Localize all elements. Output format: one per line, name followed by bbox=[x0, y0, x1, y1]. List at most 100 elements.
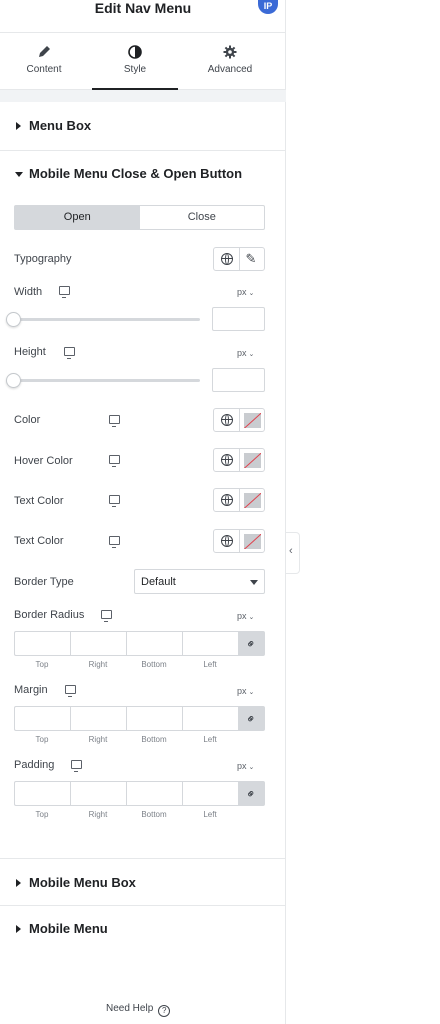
margin-right-input[interactable] bbox=[70, 706, 126, 731]
padding-unit-select[interactable]: px ⌄ bbox=[237, 761, 254, 771]
dim-label-right: Right bbox=[88, 660, 108, 669]
typography-global-button[interactable] bbox=[214, 248, 239, 270]
height-slider-handle[interactable] bbox=[6, 373, 21, 388]
border-type-select[interactable]: Default bbox=[134, 569, 265, 594]
desktop-icon[interactable] bbox=[109, 455, 120, 467]
width-input[interactable] bbox=[212, 307, 265, 331]
hover-color-picker[interactable] bbox=[238, 449, 265, 471]
text-color-picker[interactable] bbox=[238, 530, 265, 552]
color-global-button[interactable] bbox=[214, 409, 239, 431]
globe-icon bbox=[221, 494, 233, 506]
panel-title: Edit Nav Menu bbox=[94, 0, 192, 16]
padding-link-button[interactable]: ⚭ bbox=[238, 781, 265, 806]
tab-advanced[interactable]: Advanced bbox=[187, 33, 273, 89]
padding-top-input[interactable] bbox=[14, 781, 70, 806]
chevron-down-icon: ⌄ bbox=[248, 764, 255, 771]
height-label: Height bbox=[14, 346, 46, 358]
margin-bottom-input[interactable] bbox=[126, 706, 182, 731]
desktop-icon[interactable] bbox=[59, 286, 70, 298]
margin-inputs: ⚭ bbox=[14, 706, 265, 731]
section-menu-box[interactable]: Menu Box bbox=[0, 102, 286, 150]
border-radius-link-button[interactable]: ⚭ bbox=[238, 631, 265, 656]
height-unit-select[interactable]: px ⌄ bbox=[237, 348, 254, 358]
text-color-controls bbox=[213, 529, 265, 553]
title-bar: Edit Nav Menu IP bbox=[0, 0, 286, 30]
empty-swatch-icon bbox=[243, 534, 261, 549]
desktop-icon[interactable] bbox=[109, 415, 120, 427]
margin-link-button[interactable]: ⚭ bbox=[238, 706, 265, 731]
text-color-picker[interactable] bbox=[238, 489, 265, 511]
margin-left-input[interactable] bbox=[182, 706, 238, 731]
caret-right-icon bbox=[16, 122, 21, 130]
border-radius-label: Border Radius bbox=[14, 609, 85, 621]
padding-bottom-input[interactable] bbox=[126, 781, 182, 806]
tab-content-label: Content bbox=[26, 64, 62, 75]
padding-inputs: ⚭ bbox=[14, 781, 265, 806]
dim-label-right: Right bbox=[88, 735, 108, 744]
dim-label-bottom: Bottom bbox=[141, 810, 167, 819]
dim-label-bottom: Bottom bbox=[141, 660, 167, 669]
dim-label-left: Left bbox=[203, 810, 217, 819]
color-label: Color bbox=[14, 414, 41, 426]
panel-tabs: Content Style Advanced bbox=[0, 32, 286, 91]
border-radius-unit-select[interactable]: px ⌄ bbox=[237, 611, 254, 621]
need-help-label: Need Help bbox=[106, 1003, 154, 1014]
desktop-icon[interactable] bbox=[109, 536, 120, 548]
margin-unit-select[interactable]: px ⌄ bbox=[237, 686, 254, 696]
tab-style[interactable]: Style bbox=[92, 33, 178, 91]
section-menu-box-title: Menu Box bbox=[29, 118, 92, 133]
height-input[interactable] bbox=[212, 368, 265, 392]
hover-color-global-button[interactable] bbox=[214, 449, 239, 471]
section-mobile-menu[interactable]: Mobile Menu bbox=[0, 905, 286, 953]
width-slider-track[interactable] bbox=[14, 318, 200, 321]
chevron-down-icon: ⌄ bbox=[248, 614, 255, 621]
desktop-icon[interactable] bbox=[65, 685, 76, 697]
width-unit-select[interactable]: px ⌄ bbox=[237, 287, 254, 297]
desktop-icon[interactable] bbox=[64, 347, 75, 359]
state-close-tab[interactable]: Close bbox=[140, 206, 265, 229]
dim-label-bottom: Bottom bbox=[141, 735, 167, 744]
desktop-icon[interactable] bbox=[109, 495, 120, 507]
text-color-global-button[interactable] bbox=[214, 530, 239, 552]
pencil-icon: ✎ bbox=[245, 251, 257, 266]
link-icon: ⚭ bbox=[242, 785, 260, 803]
width-label: Width bbox=[14, 286, 43, 298]
contrast-icon bbox=[128, 45, 142, 59]
padding-unit: px bbox=[237, 761, 247, 771]
margin-top-input[interactable] bbox=[14, 706, 70, 731]
padding-left-input[interactable] bbox=[182, 781, 238, 806]
typography-edit-button[interactable]: ✎ bbox=[238, 248, 265, 270]
color-picker[interactable] bbox=[238, 409, 265, 431]
caret-right-icon bbox=[16, 879, 21, 887]
collapse-panel-button[interactable]: ‹ bbox=[286, 532, 300, 574]
section-mobile-menu-box-title: Mobile Menu Box bbox=[29, 875, 136, 890]
width-slider-handle[interactable] bbox=[6, 312, 21, 327]
section-mobile-menu-box[interactable]: Mobile Menu Box bbox=[0, 859, 286, 907]
tab-advanced-label: Advanced bbox=[207, 64, 253, 75]
border-type-label: Border Type bbox=[14, 576, 74, 588]
state-open-tab[interactable]: Open bbox=[15, 206, 140, 229]
pencil-icon bbox=[39, 46, 50, 57]
tab-style-label: Style bbox=[123, 64, 147, 75]
desktop-icon[interactable] bbox=[101, 610, 112, 622]
section-mobile-button[interactable]: Mobile Menu Close & Open Button bbox=[0, 150, 286, 198]
caret-down-icon bbox=[15, 172, 23, 177]
padding-right-input[interactable] bbox=[70, 781, 126, 806]
dim-label-left: Left bbox=[203, 735, 217, 744]
width-unit: px bbox=[237, 287, 247, 297]
border-radius-right-input[interactable] bbox=[70, 631, 126, 656]
border-radius-left-input[interactable] bbox=[182, 631, 238, 656]
tab-content[interactable]: Content bbox=[1, 33, 87, 89]
height-slider-track[interactable] bbox=[14, 379, 200, 382]
chevron-down-icon: ⌄ bbox=[248, 290, 255, 297]
empty-swatch-icon bbox=[243, 413, 261, 428]
border-radius-top-input[interactable] bbox=[14, 631, 70, 656]
border-radius-bottom-input[interactable] bbox=[126, 631, 182, 656]
typography-controls: ✎ bbox=[213, 247, 265, 271]
text-color-global-button[interactable] bbox=[214, 489, 239, 511]
need-help-link[interactable]: Need Help? bbox=[106, 1003, 171, 1017]
section-mobile-menu-title: Mobile Menu bbox=[29, 921, 108, 936]
margin-unit: px bbox=[237, 686, 247, 696]
desktop-icon[interactable] bbox=[71, 760, 82, 772]
dim-label-top: Top bbox=[35, 660, 49, 669]
